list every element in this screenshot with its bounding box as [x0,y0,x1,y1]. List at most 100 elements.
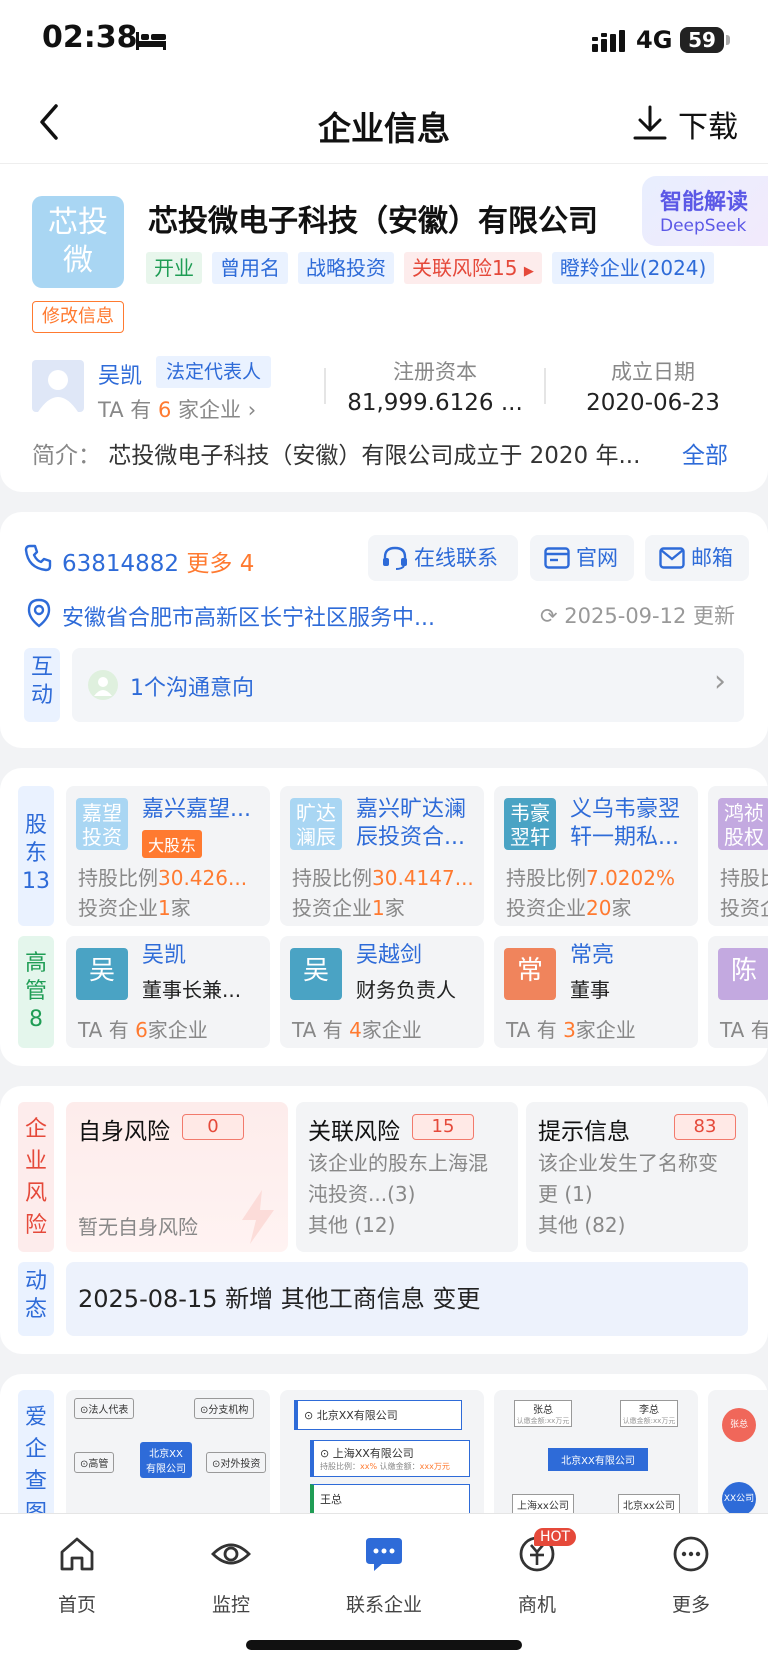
executive-role: 财务负责人 [356,978,456,1002]
tag-related-risk[interactable]: 关联风险15 ▶ [404,252,542,284]
executive-avatar: 吴 [76,948,128,1000]
founded-value: 2020-06-23 [586,390,720,416]
executive-avatar: 陈 [718,948,768,1000]
phone-number[interactable]: 63814882 更多 4 [62,544,254,578]
tag-status: 开业 [146,252,202,284]
edit-info-button[interactable]: 修改信息 [32,301,124,333]
user-avatar-icon [88,670,118,700]
executive-card[interactable]: 常 常亮 董事 TA 有 3家企业 [494,936,698,1048]
executive-avatar: 常 [504,948,556,1000]
shareholder-logo: 韦豪翌轩 [504,798,556,850]
founded-label: 成立日期 [611,360,695,384]
company-name: 芯投微电子科技（安徽）有限公司 [148,204,598,239]
legal-rep-badge: 法定代表人 [156,356,272,388]
avatar[interactable] [32,360,84,412]
nav-bar: 企业信息 下载 [0,84,768,164]
legal-rep-companies[interactable]: TA 有 6 家企业 › [98,394,256,424]
executive-name: 常亮 [570,943,615,968]
interaction-text: 1个沟通意向 [130,676,254,701]
intro-more-link[interactable]: 全部 [682,436,728,470]
tag-former-name[interactable]: 曾用名 [212,252,288,284]
relation-diagram-1[interactable]: ⊙法人代表 ⊙分支机构 北京XX 有限公司 ⊙高管 ⊙对外投资 [66,1390,270,1520]
executive-name: 吴凯 [142,943,187,968]
shareholder-name: 义乌韦豪翌 轩一期私... [570,797,681,850]
major-shareholder-badge: 大股东 [142,830,203,858]
chevron-right-icon: › [714,664,726,699]
chat-icon [366,1538,402,1571]
phone-icon [24,544,52,572]
location-icon [27,598,51,628]
sleep-mode-icon [136,32,166,50]
shareholder-logo: 旷达澜辰 [290,798,342,850]
self-risk-card[interactable]: 自身风险 0 暂无自身风险 [66,1102,288,1252]
tag-strategic-investment[interactable]: 战略投资 [298,252,394,284]
status-bar: 02:38 4G 59 [0,0,768,84]
interaction-row[interactable]: 1个沟通意向 › [72,648,744,722]
dynamic-label[interactable]: 动态 [18,1262,54,1336]
tab-more[interactable]: 更多 [636,1534,746,1616]
relation-diagram-2[interactable]: ⊙ 北京XX有限公司 ⊙ 上海XX有限公司 持股比例：xx% 认缴金额：xxx万元… [280,1390,484,1520]
capital-label: 注册资本 [393,360,477,384]
related-risk-card[interactable]: 关联风险 15 该企业的股东上海混 沌投资...(3) 其他 (12) [296,1102,518,1252]
interact-label: 互动 [24,648,60,722]
shareholder-name: 嘉兴嘉望... [142,797,251,822]
download-button[interactable]: 下载 [678,102,738,146]
website-button[interactable]: 官网 [530,535,634,581]
ai-interpret-button[interactable]: 智能解读 DeepSeek [642,176,768,246]
more-icon [673,1536,709,1572]
tag-gazelle[interactable]: 瞪羚企业(2024) [551,252,715,284]
shareholder-card[interactable]: 韦豪翌轩 义乌韦豪翌 轩一期私... 持股比例7.0202% 投资企业20家 [494,786,698,926]
shareholder-card[interactable]: 鸿祯股权 持股比 投资企 [708,786,768,926]
tab-business[interactable]: HOT 商机 [482,1528,592,1616]
caret-right-icon: ▶ [523,264,534,279]
eye-icon [211,1543,251,1565]
shareholder-card[interactable]: 旷达澜辰 嘉兴旷达澜 辰投资合... 持股比例30.4147... 投资企业1家 [280,786,484,926]
executive-card[interactable]: 吴 吴凯 董事长兼... TA 有 6家企业 [66,936,270,1048]
dynamic-item[interactable]: 2025-08-15 新增 其他工商信息 变更 [66,1262,748,1336]
shareholder-name: 嘉兴旷达澜 辰投资合... [356,797,467,850]
shareholder-logo: 嘉望投资 [76,798,128,850]
headset-icon [383,546,407,570]
update-time[interactable]: ⟳ 2025-09-12 更新 [540,600,735,630]
relation-diagram-4[interactable]: 张总 XX公司 [708,1390,768,1520]
shareholder-logo: 鸿祯股权 [718,798,768,850]
relation-diagram-3[interactable]: 张总 认缴金额:xx万元 李总 认缴金额:xx万元 北京XX有限公司 上海xx公司 … [494,1390,698,1520]
home-icon [60,1537,94,1571]
download-icon[interactable] [632,104,668,142]
hot-badge: HOT [534,1528,577,1546]
executive-card[interactable]: 吴 吴越剑 财务负责人 TA 有 4家企业 [280,936,484,1048]
battery-icon: 59 [680,27,730,53]
chevron-right-icon: › [247,398,257,422]
company-logo: 芯投微 [32,196,124,288]
executives-label[interactable]: 高管8 [18,936,54,1048]
lightning-icon [242,1190,274,1244]
tab-home[interactable]: 首页 [22,1534,132,1616]
company-tags: 开业 曾用名 战略投资 关联风险15 ▶ 瞪羚企业(2024) [146,252,715,284]
status-time: 02:38 [42,20,138,55]
tip-info-card[interactable]: 提示信息 83 该企业发生了名称变 更 (1) 其他 (82) [526,1102,748,1252]
executive-name: 吴越剑 [356,943,423,968]
tab-contact[interactable]: 联系企业 [329,1534,439,1616]
executive-role: 董事长兼... [142,978,242,1002]
risk-label[interactable]: 企业风险 [18,1102,54,1252]
person-icon [38,370,78,412]
signal-icon [592,30,625,52]
refresh-icon: ⟳ [540,604,558,628]
mail-icon [659,547,685,569]
shareholders-label[interactable]: 股东 13 [18,786,54,926]
executive-card[interactable]: 陈 TA 有 [708,936,768,1048]
network-type: 4G [636,26,673,54]
email-button[interactable]: 邮箱 [645,535,749,581]
company-intro[interactable]: 简介： 芯投微电子科技（安徽）有限公司成立于 2020 年... 全部 [32,436,732,470]
tab-monitor[interactable]: 监控 [176,1534,286,1616]
divider [324,368,326,404]
online-contact-button[interactable]: 在线联系 [368,535,518,581]
legal-rep-name[interactable]: 吴凯 [98,358,142,390]
browser-icon [544,547,570,569]
divider [544,368,546,404]
shareholder-card[interactable]: 嘉望投资 嘉兴嘉望... 大股东 持股比例30.426... 投资企业1家 [66,786,270,926]
address[interactable]: 安徽省合肥市高新区长宁社区服务中... [62,600,435,632]
executive-avatar: 吴 [290,948,342,1000]
capital-value: 81,999.6126 ... [347,390,523,416]
home-indicator [246,1640,522,1650]
